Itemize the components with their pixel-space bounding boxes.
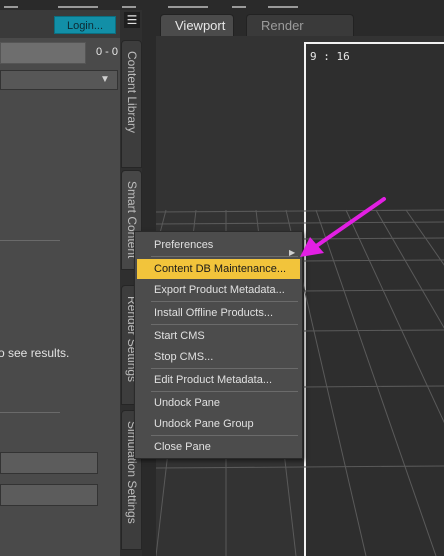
menu-item-close-pane[interactable]: Close Pane — [137, 437, 300, 457]
menu-item-content-db-maintenance[interactable]: Content DB Maintenance... — [137, 259, 300, 279]
aspect-ratio-label: 9 : 16 — [310, 50, 350, 63]
toolbar-icon[interactable] — [122, 0, 136, 8]
panel-button[interactable] — [0, 484, 98, 506]
toolbar-icon[interactable] — [168, 0, 208, 8]
tab-content-library[interactable]: Content Library — [121, 40, 142, 168]
chevron-down-icon[interactable]: ▼ — [100, 74, 110, 85]
menu-item-undock-pane[interactable]: Undock Pane — [137, 393, 300, 413]
menu-item-export-product-metadata[interactable]: Export Product Metadata... — [137, 280, 300, 300]
toolbar-icon[interactable] — [4, 0, 18, 8]
toolbar-icon[interactable] — [268, 0, 298, 8]
search-input[interactable] — [0, 42, 86, 64]
menu-separator — [151, 391, 298, 392]
divider — [0, 240, 60, 241]
menu-item-preferences[interactable]: Preferences ▶ — [137, 235, 300, 257]
tab-viewport[interactable]: Viewport — [160, 14, 234, 36]
tab-render-library[interactable]: Render Library — [246, 14, 354, 55]
toolbar-icon[interactable] — [232, 0, 246, 8]
menu-icon[interactable]: ☰ — [124, 12, 140, 28]
panel-button[interactable] — [0, 452, 98, 474]
menu-item-install-offline-products[interactable]: Install Offline Products... — [137, 303, 300, 323]
menu-separator — [151, 435, 298, 436]
divider — [0, 412, 60, 413]
toolbar-icon[interactable] — [58, 0, 98, 8]
login-button[interactable]: Login... — [54, 16, 116, 34]
menu-separator — [151, 256, 298, 257]
menu-item-start-cms[interactable]: Start CMS — [137, 326, 300, 346]
menu-item-edit-product-metadata[interactable]: Edit Product Metadata... — [137, 370, 300, 390]
menu-separator — [151, 368, 298, 369]
menu-item-undock-pane-group[interactable]: Undock Pane Group — [137, 414, 300, 434]
tab-label: Content Library — [125, 51, 139, 134]
menu-item-stop-cms[interactable]: Stop CMS... — [137, 347, 300, 367]
menu-separator — [151, 324, 298, 325]
menu-separator — [151, 301, 298, 302]
content-library-panel — [0, 10, 120, 556]
results-message: o see results. — [0, 346, 70, 360]
annotation-arrow-icon — [300, 197, 386, 257]
context-menu: Preferences ▶ Content DB Maintenance... E… — [134, 231, 303, 459]
results-count: 0 - 0 — [95, 46, 118, 58]
